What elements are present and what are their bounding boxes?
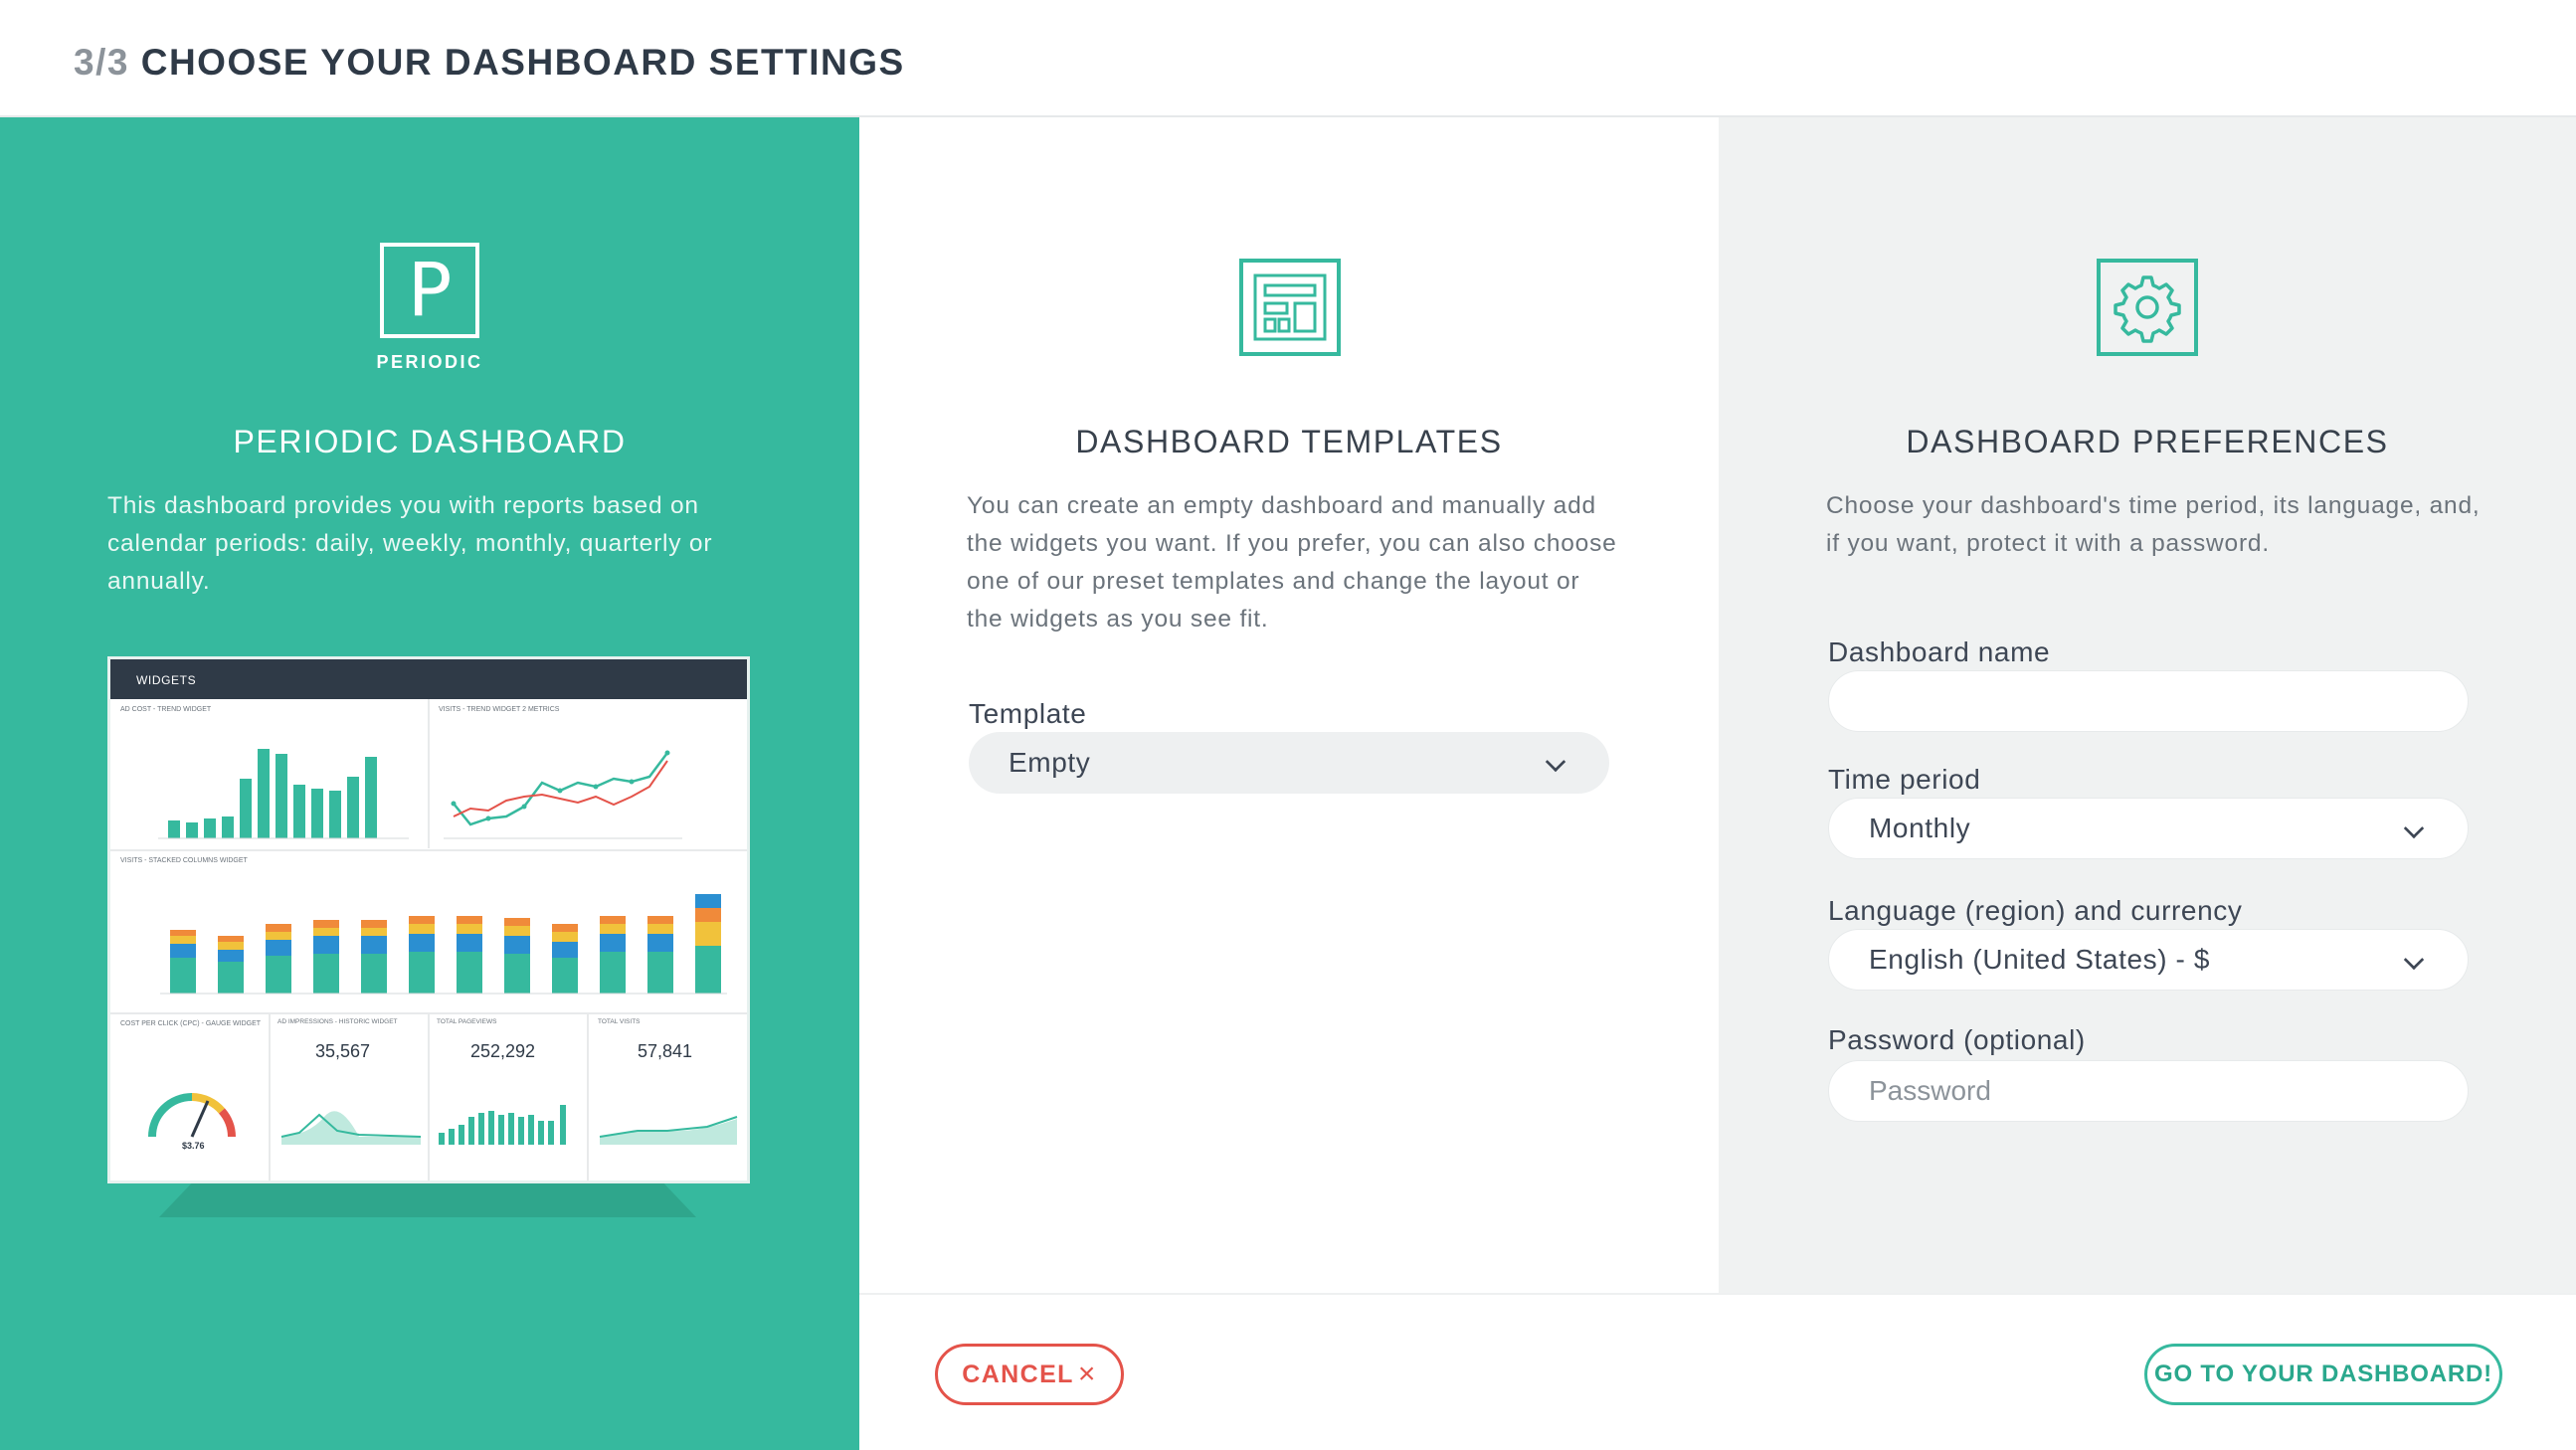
chevron-down-icon: [2403, 817, 2425, 839]
stacked-columns: [170, 894, 721, 994]
template-select[interactable]: Empty: [969, 732, 1609, 794]
password-input[interactable]: [1828, 1060, 2469, 1122]
kpi2-title: TOTAL PAGEVIEWS: [437, 1018, 497, 1025]
time-period-label: Time period: [1828, 764, 1981, 795]
go-to-dashboard-button[interactable]: GO TO YOUR DASHBOARD!: [2144, 1344, 2502, 1405]
periodic-dashboard-panel: P PERIODIC PERIODIC DASHBOARD This dashb…: [0, 117, 859, 1450]
gauge-title: COST PER CLICK (CPC) - GAUGE WIDGET: [120, 1020, 262, 1027]
chevron-down-icon: [1545, 751, 1566, 773]
ad-cost-bars: [168, 749, 377, 838]
kpi3-value: 57,841: [638, 1041, 692, 1061]
page-title-text: CHOOSE YOUR DASHBOARD SETTINGS: [140, 42, 905, 83]
preview-header: WIDGETS: [110, 659, 747, 699]
preview-widgets: AD COST - TREND WIDGET VISITS - TREND WI…: [110, 699, 747, 1180]
template-select-value: Empty: [1009, 747, 1091, 778]
widget1-title: AD COST - TREND WIDGET: [120, 706, 212, 713]
periodic-logo-caption: PERIODIC: [376, 352, 483, 372]
dashboard-preferences-panel: DASHBOARD PREFERENCES Choose your dashbo…: [1719, 117, 2576, 1293]
preferences-description: Choose your dashboard's time period, its…: [1826, 492, 2481, 557]
footer-divider: [859, 1293, 2576, 1295]
dashboard-preview-image: WIDGETS AD COST - TREND WIDGET VISITS - …: [107, 656, 750, 1183]
page-header: 3/3 CHOOSE YOUR DASHBOARD SETTINGS: [0, 0, 2576, 117]
language-select[interactable]: English (United States) - $: [1828, 929, 2469, 991]
kpi2-value: 252,292: [470, 1041, 535, 1061]
dashboard-templates-panel: DASHBOARD TEMPLATES You can create an em…: [859, 117, 1719, 1293]
close-icon: ×: [1077, 1358, 1097, 1390]
time-period-select[interactable]: Monthly: [1828, 798, 2469, 859]
cancel-button-label: CANCEL: [962, 1359, 1074, 1388]
kpi1-value: 35,567: [315, 1041, 370, 1061]
cancel-button[interactable]: CANCEL ×: [935, 1344, 1124, 1405]
preview-base-shadow: [159, 1183, 696, 1217]
template-layout-icon: [1239, 259, 1341, 356]
kpi3-title: TOTAL VISITS: [598, 1018, 641, 1025]
periodic-dashboard-description: This dashboard provides you with reports…: [107, 492, 713, 595]
templates-description: You can create an empty dashboard and ma…: [967, 492, 1617, 633]
password-label: Password (optional): [1828, 1024, 2086, 1055]
periodic-dashboard-title: PERIODIC DASHBOARD: [233, 424, 627, 459]
dashboard-name-label: Dashboard name: [1828, 636, 2051, 667]
language-value: English (United States) - $: [1869, 944, 2211, 975]
widget2-title: VISITS - TREND WIDGET 2 METRICS: [439, 706, 560, 713]
templates-title: DASHBOARD TEMPLATES: [1075, 424, 1503, 459]
kpi1-title: AD IMPRESSIONS - HISTORIC WIDGET: [277, 1018, 398, 1025]
step-indicator: 3/3: [74, 42, 129, 83]
time-period-value: Monthly: [1869, 813, 1971, 843]
chevron-down-icon: [2403, 949, 2425, 971]
gear-icon: [2097, 259, 2198, 356]
template-label: Template: [969, 698, 1087, 729]
gauge-value: $3.76: [182, 1141, 205, 1151]
widget3-title: VISITS - STACKED COLUMNS WIDGET: [120, 857, 249, 864]
periodic-logo-icon: P: [380, 243, 479, 338]
page-title: 3/3 CHOOSE YOUR DASHBOARD SETTINGS: [74, 42, 905, 84]
language-label: Language (region) and currency: [1828, 895, 2243, 926]
dashboard-name-input[interactable]: [1828, 670, 2469, 732]
preferences-title: DASHBOARD PREFERENCES: [1906, 424, 2389, 459]
